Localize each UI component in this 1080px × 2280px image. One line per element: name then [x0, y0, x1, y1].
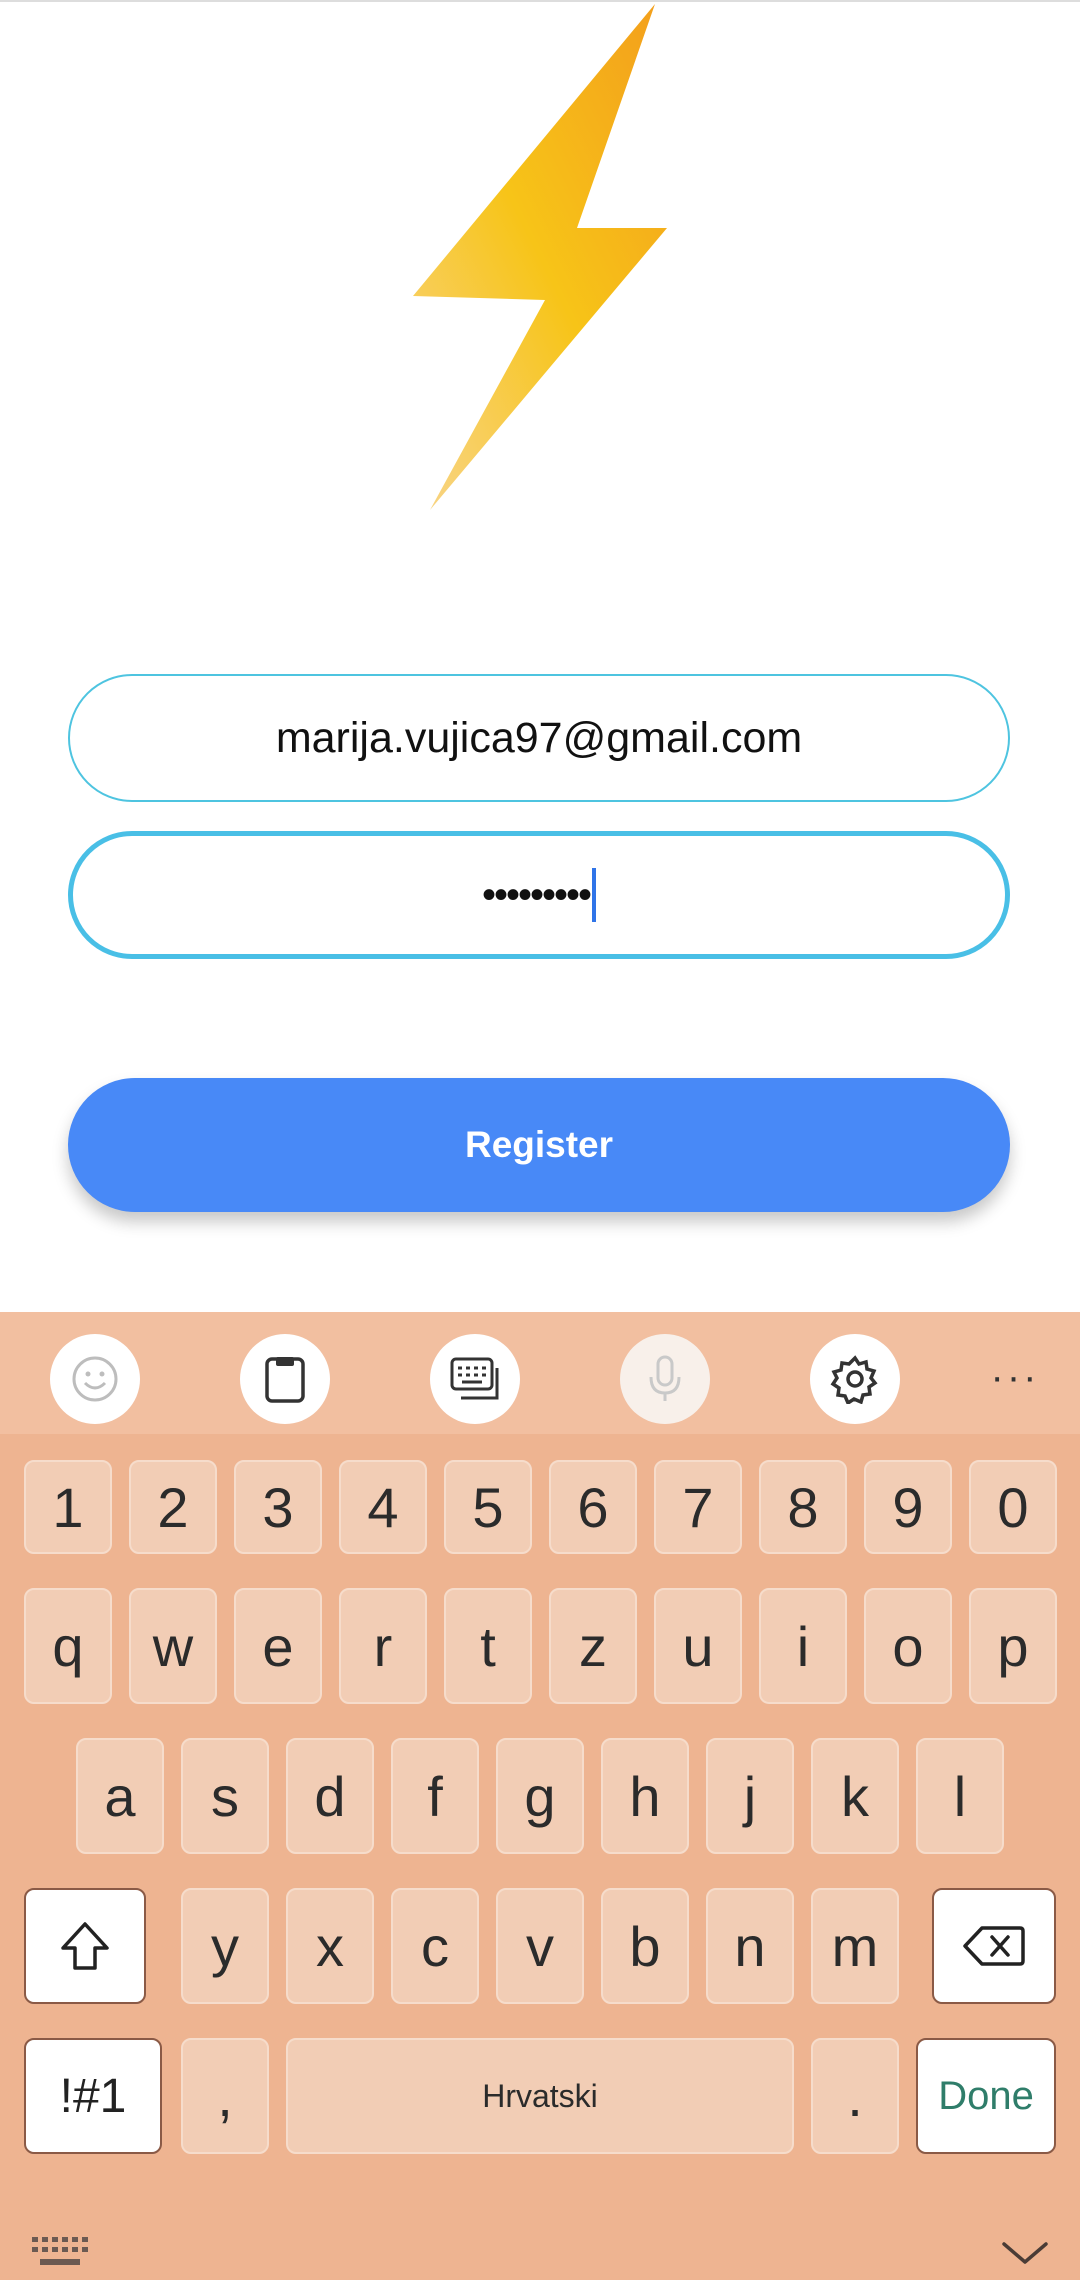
shift-icon	[61, 1922, 109, 1970]
microphone-icon	[649, 1355, 681, 1401]
keyboard-switch-button[interactable]	[30, 2235, 92, 2276]
key-g[interactable]: g	[496, 1738, 584, 1854]
key-0[interactable]: 0	[969, 1460, 1057, 1554]
backspace-icon	[963, 1926, 1025, 1966]
register-button-label: Register	[464, 1124, 614, 1165]
key-j[interactable]: j	[706, 1738, 794, 1854]
key-b[interactable]: b	[601, 1888, 689, 2004]
space-key[interactable]: Hrvatski	[286, 2038, 794, 2154]
symbols-key[interactable]: !#1	[24, 2038, 162, 2154]
key-v[interactable]: v	[496, 1888, 584, 2004]
key-4[interactable]: 4	[339, 1460, 427, 1554]
comma-key[interactable]: ,	[181, 2038, 269, 2154]
chevron-down-icon	[1002, 2242, 1048, 2264]
keyboard-toolbar: ···	[0, 1312, 1080, 1434]
key-m[interactable]: m	[811, 1888, 899, 2004]
key-o[interactable]: o	[864, 1588, 952, 1704]
key-a[interactable]: a	[76, 1738, 164, 1854]
email-value: marija.vujica97@gmail.com	[275, 713, 803, 762]
clipboard-icon	[265, 1357, 305, 1403]
key-y[interactable]: y	[181, 1888, 269, 2004]
key-u[interactable]: u	[654, 1588, 742, 1704]
key-z[interactable]: z	[549, 1588, 637, 1704]
clipboard-button[interactable]	[240, 1334, 330, 1424]
keyboard-switch-icon	[32, 2237, 88, 2265]
key-t[interactable]: t	[444, 1588, 532, 1704]
period-key[interactable]: .	[811, 2038, 899, 2154]
backspace-key[interactable]	[932, 1888, 1056, 2004]
key-n[interactable]: n	[706, 1888, 794, 2004]
lightning-bolt-logo	[413, 4, 667, 510]
password-field[interactable]: •••••••••	[68, 831, 1010, 959]
key-2[interactable]: 2	[129, 1460, 217, 1554]
email-field[interactable]: marija.vujica97@gmail.com	[68, 674, 1010, 802]
voice-input-button[interactable]	[620, 1334, 710, 1424]
register-button[interactable]: Register	[68, 1078, 1010, 1212]
key-e[interactable]: e	[234, 1588, 322, 1704]
key-x[interactable]: x	[286, 1888, 374, 2004]
settings-icon	[830, 1355, 878, 1404]
key-p[interactable]: p	[969, 1588, 1057, 1704]
key-9[interactable]: 9	[864, 1460, 952, 1554]
key-1[interactable]: 1	[24, 1460, 112, 1554]
more-options-button[interactable]: ···	[970, 1332, 1060, 1422]
emoji-icon	[72, 1356, 118, 1402]
shift-key[interactable]	[24, 1888, 146, 2004]
key-c[interactable]: c	[391, 1888, 479, 2004]
key-w[interactable]: w	[129, 1588, 217, 1704]
password-value: •••••••••	[481, 872, 592, 917]
keyboard-layout-icon	[450, 1357, 499, 1400]
key-i[interactable]: i	[759, 1588, 847, 1704]
key-k[interactable]: k	[811, 1738, 899, 1854]
key-d[interactable]: d	[286, 1738, 374, 1854]
key-f[interactable]: f	[391, 1738, 479, 1854]
key-r[interactable]: r	[339, 1588, 427, 1704]
hide-keyboard-button[interactable]	[1000, 2238, 1050, 2273]
more-icon: ···	[990, 1354, 1040, 1399]
keyboard-layout-button[interactable]	[430, 1334, 520, 1424]
key-l[interactable]: l	[916, 1738, 1004, 1854]
done-key[interactable]: Done	[916, 2038, 1056, 2154]
key-5[interactable]: 5	[444, 1460, 532, 1554]
key-s[interactable]: s	[181, 1738, 269, 1854]
key-3[interactable]: 3	[234, 1460, 322, 1554]
key-8[interactable]: 8	[759, 1460, 847, 1554]
key-6[interactable]: 6	[549, 1460, 637, 1554]
key-7[interactable]: 7	[654, 1460, 742, 1554]
text-cursor	[592, 868, 597, 922]
key-h[interactable]: h	[601, 1738, 689, 1854]
emoji-button[interactable]	[50, 1334, 140, 1424]
key-q[interactable]: q	[24, 1588, 112, 1704]
keyboard-settings-button[interactable]	[810, 1334, 900, 1424]
